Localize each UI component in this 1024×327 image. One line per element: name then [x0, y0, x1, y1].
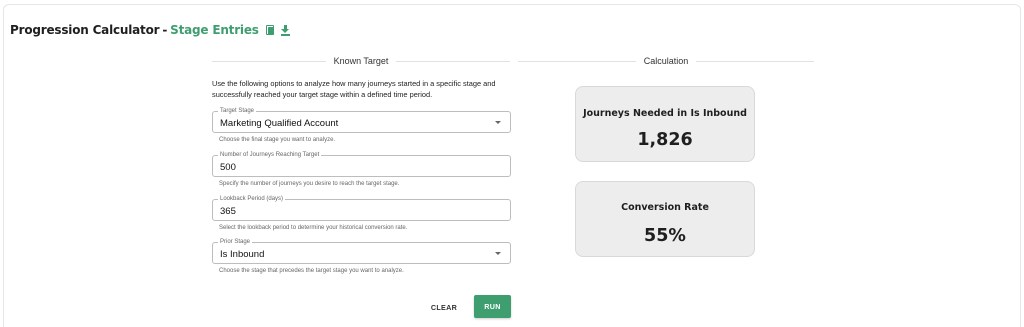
copy-icon[interactable]	[265, 24, 275, 36]
conversion-rate-value: 55%	[644, 226, 686, 246]
known-target-description: Use the following options to analyze how…	[212, 79, 496, 99]
lookback-period-helper: Select the lookback period to determine …	[219, 225, 408, 231]
target-stage-value: Marketing Qualified Account	[220, 118, 339, 129]
lookback-period-input[interactable]: Lookback Period (days) 365	[212, 195, 511, 221]
target-stage-helper: Choose the final stage you want to analy…	[219, 137, 336, 143]
prior-stage-helper: Choose the stage that precedes the targe…	[219, 268, 404, 274]
page-subtitle: Stage Entries	[170, 23, 259, 37]
download-icon[interactable]	[280, 24, 291, 36]
page-title: Progression Calculator	[10, 23, 160, 37]
clear-button[interactable]: CLEAR	[428, 296, 460, 318]
known-target-heading: Known Target	[212, 56, 510, 66]
journeys-needed-card: Journeys Needed in Is Inbound 1,826	[575, 86, 755, 162]
conversion-rate-card: Conversion Rate 55%	[575, 181, 755, 257]
journeys-count-helper: Specify the number of journeys you desir…	[219, 181, 400, 187]
lookback-period-label: Lookback Period (days)	[218, 195, 286, 203]
journeys-count-label: Number of Journeys Reaching Target	[218, 151, 322, 159]
calculation-heading: Calculation	[518, 56, 814, 66]
journeys-count-input[interactable]: Number of Journeys Reaching Target 500	[212, 151, 511, 177]
page-header: Progression Calculator - Stage Entries	[10, 22, 291, 38]
conversion-rate-title: Conversion Rate	[621, 202, 709, 213]
journeys-count-value: 500	[220, 162, 236, 173]
chevron-down-icon[interactable]	[495, 121, 501, 124]
title-separator: -	[162, 23, 168, 37]
calculator-card	[3, 4, 1021, 327]
target-stage-select[interactable]: Target Stage Marketing Qualified Account	[212, 107, 511, 133]
prior-stage-select[interactable]: Prior Stage Is Inbound	[212, 238, 511, 264]
prior-stage-label: Prior Stage	[218, 238, 253, 246]
journeys-needed-value: 1,826	[637, 130, 693, 150]
chevron-down-icon[interactable]	[495, 252, 501, 255]
lookback-period-value: 365	[220, 206, 236, 217]
prior-stage-value: Is Inbound	[220, 249, 265, 260]
target-stage-label: Target Stage	[218, 107, 257, 115]
journeys-needed-title: Journeys Needed in Is Inbound	[583, 108, 747, 119]
run-button[interactable]: RUN	[474, 295, 511, 318]
